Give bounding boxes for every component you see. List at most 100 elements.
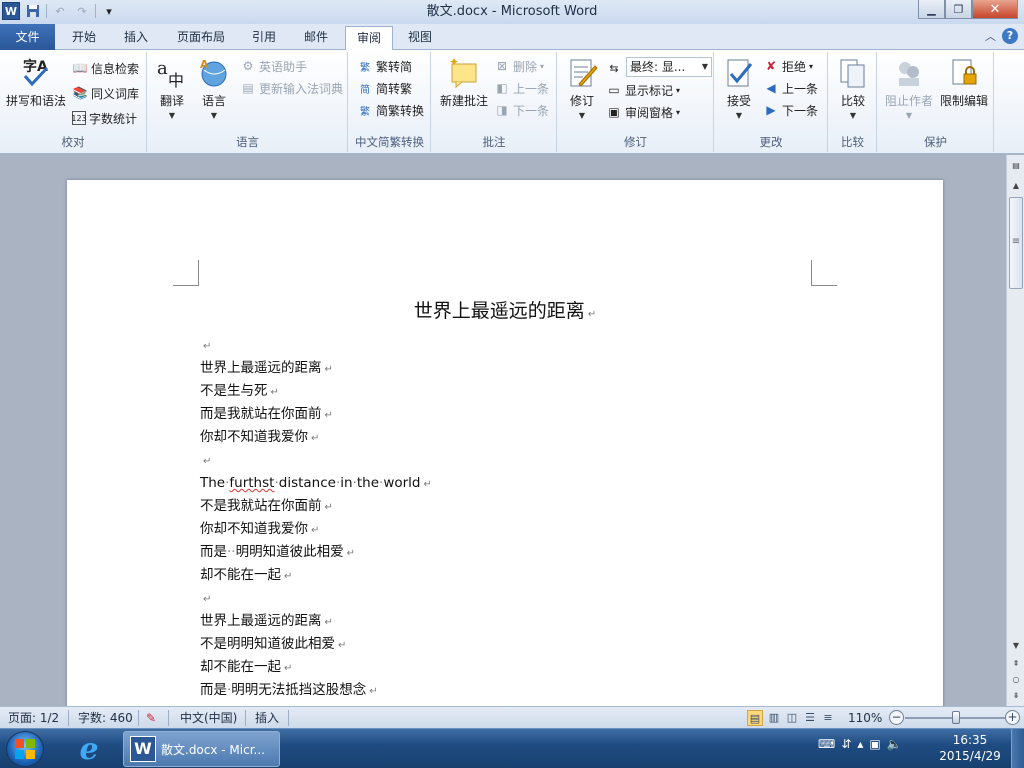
language-indicator[interactable]: 中文(中国) [180,710,237,726]
research-button[interactable]: 📖 信息检索 [72,58,140,78]
redo-icon[interactable]: ↷ [73,2,91,20]
english-assistant-button[interactable]: ⚙ 英语助手 [240,56,307,76]
select-browse-object-button[interactable]: ○ [1008,673,1024,687]
tab-insert[interactable]: 插入 [114,26,158,50]
show-desktop-button[interactable] [1011,729,1024,768]
customize-qat-icon[interactable]: ▾ [100,2,118,20]
help-icon[interactable]: ? [1002,28,1018,44]
zoom-level[interactable]: 110% [848,710,882,726]
update-ime-dictionary-button[interactable]: ▤ 更新输入法词典 [240,78,343,98]
tab-page-layout[interactable]: 页面布局 [168,26,234,50]
restrict-editing-button[interactable]: 限制编辑 [936,56,992,109]
tab-file[interactable]: 文件 [0,24,55,50]
block-authors-button[interactable]: 阻止作者 ▼ [882,56,936,120]
ribbon: 字A 拼写和语法 📖 信息检索 📚 同义词库 123 字数统计 校对 a中 翻译… [0,50,1024,154]
tab-view[interactable]: 视图 [400,26,440,50]
tab-home[interactable]: 开始 [62,26,106,50]
tab-mailings[interactable]: 邮件 [296,26,336,50]
new-comment-button[interactable]: ✦ 新建批注 [438,56,490,109]
show-markup-button[interactable]: ▭ 显示标记 ▾ [606,80,680,100]
accept-button[interactable]: 接受 ▼ [719,56,759,120]
input-method-icon[interactable]: ⇵ [841,737,851,751]
document-body[interactable]: ↵ 世界上最遥远的距离 ↵ 不是生与死 ↵ 而是我就站在你面前 ↵ 你却不知道我爱你 ↵… [200,334,432,702]
chinese-conversion-button[interactable]: 繁 简繁转换 [357,100,424,120]
keyboard-icon[interactable]: ⌨ [818,737,835,751]
thesaurus-icon: 📚 [72,86,88,100]
vertical-scrollbar[interactable]: ▤ ▲ ▼ ⇞ ○ ⇟ [1006,155,1024,706]
draft-view-icon[interactable]: ≡ [820,710,836,726]
print-layout-view-icon[interactable]: ▤ [747,710,763,726]
proofing-errors-icon[interactable]: ✎ [146,710,156,726]
paragraph-mark: ↵ [587,309,597,320]
reviewing-pane-button[interactable]: ▣ 审阅窗格 ▾ [606,102,680,122]
word-count-indicator[interactable]: 字数: 460 [78,710,133,726]
zoom-slider-thumb[interactable] [952,711,960,724]
display-for-review-select[interactable]: 最终: 显... ▼ [626,57,712,77]
text-line: 世界上最遥远的距离 ↵ [200,613,333,629]
text-line: 你却不知道我爱你 ↵ [200,521,320,537]
chinese-conversion-label: 简繁转换 [376,103,425,118]
to-traditional-button[interactable]: 简 简转繁 [357,78,412,98]
to-simplified-button[interactable]: 繁 繁转简 [357,56,412,76]
scrollbar-thumb[interactable] [1009,197,1023,289]
reject-button[interactable]: ✘ 拒绝 ▾ [763,56,813,76]
text-line: 而是·明明无法抵挡这股想念 ↵ [200,682,378,698]
system-clock[interactable]: 16:35 2015/4/29 [935,732,1005,764]
translate-button[interactable]: a中 翻译 ▼ [152,56,192,120]
page-indicator[interactable]: 页面: 1/2 [8,710,59,726]
thesaurus-button[interactable]: 📚 同义词库 [72,83,140,103]
group-label-compare: 比较 [841,135,864,149]
undo-icon[interactable]: ↶ [51,2,69,20]
show-hidden-icons[interactable]: ▴ [857,737,863,751]
document-heading[interactable]: 世界上最遥远的距离 ↵ [67,296,943,323]
full-screen-reading-view-icon[interactable]: ▥ [766,710,782,726]
delete-dropdown-icon: ▾ [540,61,545,71]
previous-page-button[interactable]: ⇞ [1008,657,1024,671]
tab-references[interactable]: 引用 [244,26,284,50]
next-change-button[interactable]: ▶ 下一条 [763,100,818,120]
volume-icon[interactable]: 🔈 [887,737,902,751]
ime-dictionary-icon: ▤ [242,81,254,95]
insert-mode-indicator[interactable]: 插入 [255,710,279,726]
document-page[interactable]: 世界上最遥远的距离 ↵ ↵ 世界上最遥远的距离 ↵ 不是生与死 ↵ 而是我就站在你面前… [67,180,943,706]
internet-explorer-icon[interactable]: e [72,732,106,767]
next-comment-button[interactable]: ◨ 下一条 [494,100,549,120]
accept-label: 接受 [726,94,751,108]
to-traditional-label: 简转繁 [376,81,413,96]
word-count-button[interactable]: 123 字数统计 [71,108,137,128]
minimize-button[interactable]: ▁ [918,0,945,19]
document-area[interactable]: 世界上最遥远的距离 ↵ ↵ 世界上最遥远的距离 ↵ 不是生与死 ↵ 而是我就站在你面前… [0,155,1006,706]
ruler-toggle-icon[interactable]: ▤ [1008,159,1024,173]
previous-change-button[interactable]: ◀ 上一条 [763,78,818,98]
compare-icon [836,56,870,90]
group-label-tracking: 修订 [624,135,647,149]
scroll-up-button[interactable]: ▲ [1008,179,1024,193]
word-app-icon[interactable]: W [2,2,20,20]
zoom-in-button[interactable]: + [1005,710,1020,725]
language-button[interactable]: A 语言 ▼ [196,56,232,120]
web-layout-view-icon[interactable]: ◫ [784,710,800,726]
minimize-ribbon-icon[interactable]: ︿ [985,28,996,44]
delete-comment-button[interactable]: ⊠ 删除 ▾ [494,56,544,76]
taskbar-word-window[interactable]: W 散文.docx - Micr... [123,731,280,767]
tab-review[interactable]: 审阅 [345,26,393,51]
outline-view-icon[interactable]: ☰ [802,710,818,726]
previous-comment-button[interactable]: ◧ 上一条 [494,78,549,98]
status-separator [288,710,289,726]
save-icon[interactable] [24,2,42,20]
network-icon[interactable]: ▣ [869,737,880,751]
track-changes-button[interactable]: 修订 ▼ [562,56,602,120]
scroll-down-button[interactable]: ▼ [1008,639,1024,653]
group-compare: 比较 ▼ 比较 [829,52,877,152]
clock-date: 2015/4/29 [939,749,1001,763]
zoom-out-button[interactable]: − [889,710,904,725]
start-button[interactable] [6,731,44,767]
spelling-grammar-button[interactable]: 字A 拼写和语法 [4,56,68,109]
status-separator [168,710,169,726]
restore-button[interactable]: ❐ [945,0,972,19]
group-label-language: 语言 [236,135,259,149]
next-page-button[interactable]: ⇟ [1008,689,1024,703]
compare-button[interactable]: 比较 ▼ [833,56,873,120]
close-button[interactable]: ✕ [972,0,1018,19]
markup-balloons-button[interactable]: ⇆ [606,58,622,78]
